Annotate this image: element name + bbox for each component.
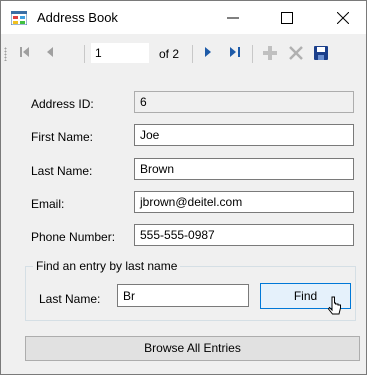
minimize-button[interactable] <box>210 1 256 34</box>
window-title: Address Book <box>37 10 118 25</box>
toolbar-grip[interactable] <box>4 47 7 61</box>
close-button[interactable] <box>320 1 366 34</box>
address-book-window: Address Book 1 of 2 Address ID: 6 First … <box>0 0 367 375</box>
move-previous-icon[interactable] <box>45 46 55 58</box>
first-name-label: First Name: <box>31 130 94 144</box>
maximize-icon <box>281 12 293 24</box>
address-id-label: Address ID: <box>31 97 94 111</box>
title-bar[interactable]: Address Book <box>1 1 366 34</box>
binding-navigator: 1 of 2 <box>1 34 366 72</box>
minimize-icon <box>227 17 239 19</box>
toolbar-separator <box>252 45 253 63</box>
toolbar-separator <box>192 45 193 63</box>
position-item-input[interactable]: 1 <box>91 43 149 63</box>
browse-all-entries-button[interactable]: Browse All Entries <box>25 336 360 361</box>
last-name-field[interactable]: Brown <box>134 158 354 180</box>
find-group-title: Find an entry by last name <box>33 259 181 273</box>
address-book-form-icon <box>10 10 28 26</box>
add-new-icon[interactable] <box>263 46 277 60</box>
count-item-label: of 2 <box>159 47 180 61</box>
toolbar-separator <box>84 45 85 63</box>
close-icon <box>337 12 349 24</box>
save-icon[interactable] <box>314 46 328 60</box>
first-name-field[interactable]: Joe <box>134 124 354 146</box>
find-last-name-label: Last Name: <box>39 292 101 306</box>
find-last-name-input[interactable]: Br <box>117 284 249 307</box>
email-field[interactable]: jbrown@deitel.com <box>134 191 354 213</box>
move-last-icon[interactable] <box>229 46 241 58</box>
maximize-button[interactable] <box>264 1 310 34</box>
email-label: Email: <box>31 197 65 211</box>
last-name-label: Last Name: <box>31 164 93 178</box>
move-first-icon[interactable] <box>19 46 31 58</box>
phone-number-label: Phone Number: <box>31 230 116 244</box>
mouse-pointer-icon <box>328 296 341 315</box>
address-id-field: 6 <box>134 91 354 113</box>
move-next-icon[interactable] <box>203 46 213 58</box>
phone-number-field[interactable]: 555-555-0987 <box>134 224 354 246</box>
delete-icon[interactable] <box>289 46 303 60</box>
